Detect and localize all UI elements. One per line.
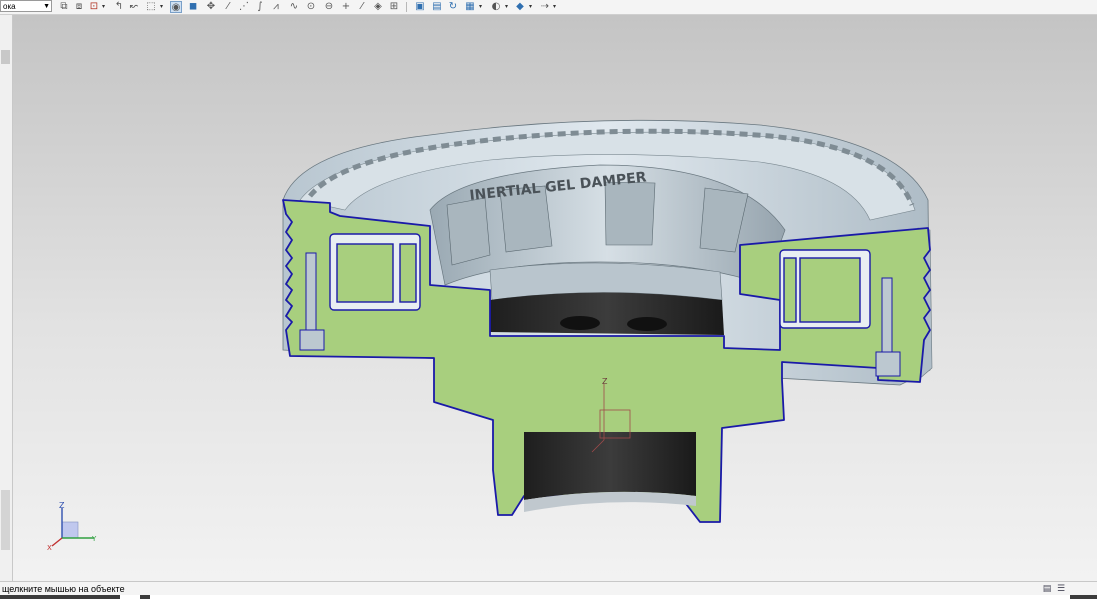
refresh-icon[interactable]: ▤ [431,1,443,13]
snap-point-icon[interactable]: ⁄ [356,1,368,13]
view-triad: Z Y X [47,501,97,552]
chevron-down-icon[interactable]: ▼ [43,1,50,11]
view-cube-icon[interactable]: ◆ [514,1,526,13]
tangent-icon[interactable]: ⋰ [238,1,250,13]
status-bar: щелкните мышью на объекте ▤ ☰ [0,581,1097,596]
model-view: INERTIAL GEL DAMPER Z Z Y X [47,119,933,552]
wcs-z-label: Z [602,377,608,386]
line-icon[interactable]: ⁄ [222,1,234,13]
resource-bar-scrollbar[interactable] [1,490,10,550]
curve-rule-icon[interactable]: ↰ [113,1,125,13]
orient-dropdown-icon[interactable]: ▾ [505,1,510,13]
spline-icon[interactable]: ∫ [254,1,266,13]
select-edge-icon[interactable]: ⧉ [58,1,70,13]
viewcube-dropdown-icon[interactable]: ▾ [529,1,534,13]
selection-box-icon[interactable]: ⬚ [145,1,157,13]
taskbar-strip [0,595,1097,599]
sketch-curve-icon[interactable]: ↜ [128,1,140,13]
triad-x-label: X [47,544,52,552]
layer-icon[interactable]: ⊞ [388,1,400,13]
left-cavity [329,233,421,311]
triad-y-label: Y [91,535,97,543]
right-cavity [779,249,871,329]
taskbar-gap [120,595,140,599]
hub-top[interactable] [490,292,724,336]
diagonal-icon[interactable]: ⊖ [323,1,335,13]
status-info-icon[interactable]: ▤ [1042,584,1052,594]
taskbar-gap [150,595,1070,599]
snap-icon[interactable]: ⊡ [88,1,100,13]
hub-bore[interactable] [524,432,696,512]
more-dropdown-icon[interactable]: ▾ [553,1,558,13]
point-icon[interactable]: ⊙ [305,1,317,13]
snap-dropdown-icon[interactable]: ▾ [102,1,107,13]
render-style-icon[interactable]: ▦ [464,1,476,13]
main-toolbar: ока ▼ ⧉ ⧈ ⊡ ▾ ↰ ↜ ⬚ ▾ ◉ ◼ ✥ ⁄ ⋰ ∫ ⩘ ∿ ⊙ … [0,0,1097,15]
cube-view-icon[interactable]: ◼ [187,1,199,13]
view-orient-icon[interactable]: ◐ [490,1,502,13]
polygon-icon[interactable]: ⩘ [270,1,282,13]
graphics-window[interactable]: INERTIAL GEL DAMPER Z Z Y X [13,15,1097,581]
move-icon[interactable]: ✥ [205,1,217,13]
triad-z-label: Z [59,501,65,510]
toolbar-separator [406,2,407,12]
render-dropdown-icon[interactable]: ▾ [479,1,484,13]
selection-dropdown-icon[interactable]: ▾ [160,1,165,13]
selection-filter-combo[interactable]: ока ▼ [0,0,52,12]
select-face-icon[interactable]: ⧈ [73,1,85,13]
resource-bar-tab[interactable] [1,50,10,64]
circle-icon[interactable]: ∿ [288,1,300,13]
scene-icon[interactable]: ▣ [414,1,426,13]
status-list-icon[interactable]: ☰ [1056,584,1066,594]
more-icon[interactable]: ⇢ [539,1,551,13]
shaded-view-icon[interactable]: ◉ [170,1,182,13]
status-prompt: щелкните мышью на объекте [2,584,125,594]
layout-icon[interactable]: ↻ [447,1,459,13]
toggle-icon[interactable]: ◈ [372,1,384,13]
selection-filter-value: ока [3,2,16,11]
resource-bar [0,15,13,581]
plane-icon[interactable]: + [340,1,352,13]
